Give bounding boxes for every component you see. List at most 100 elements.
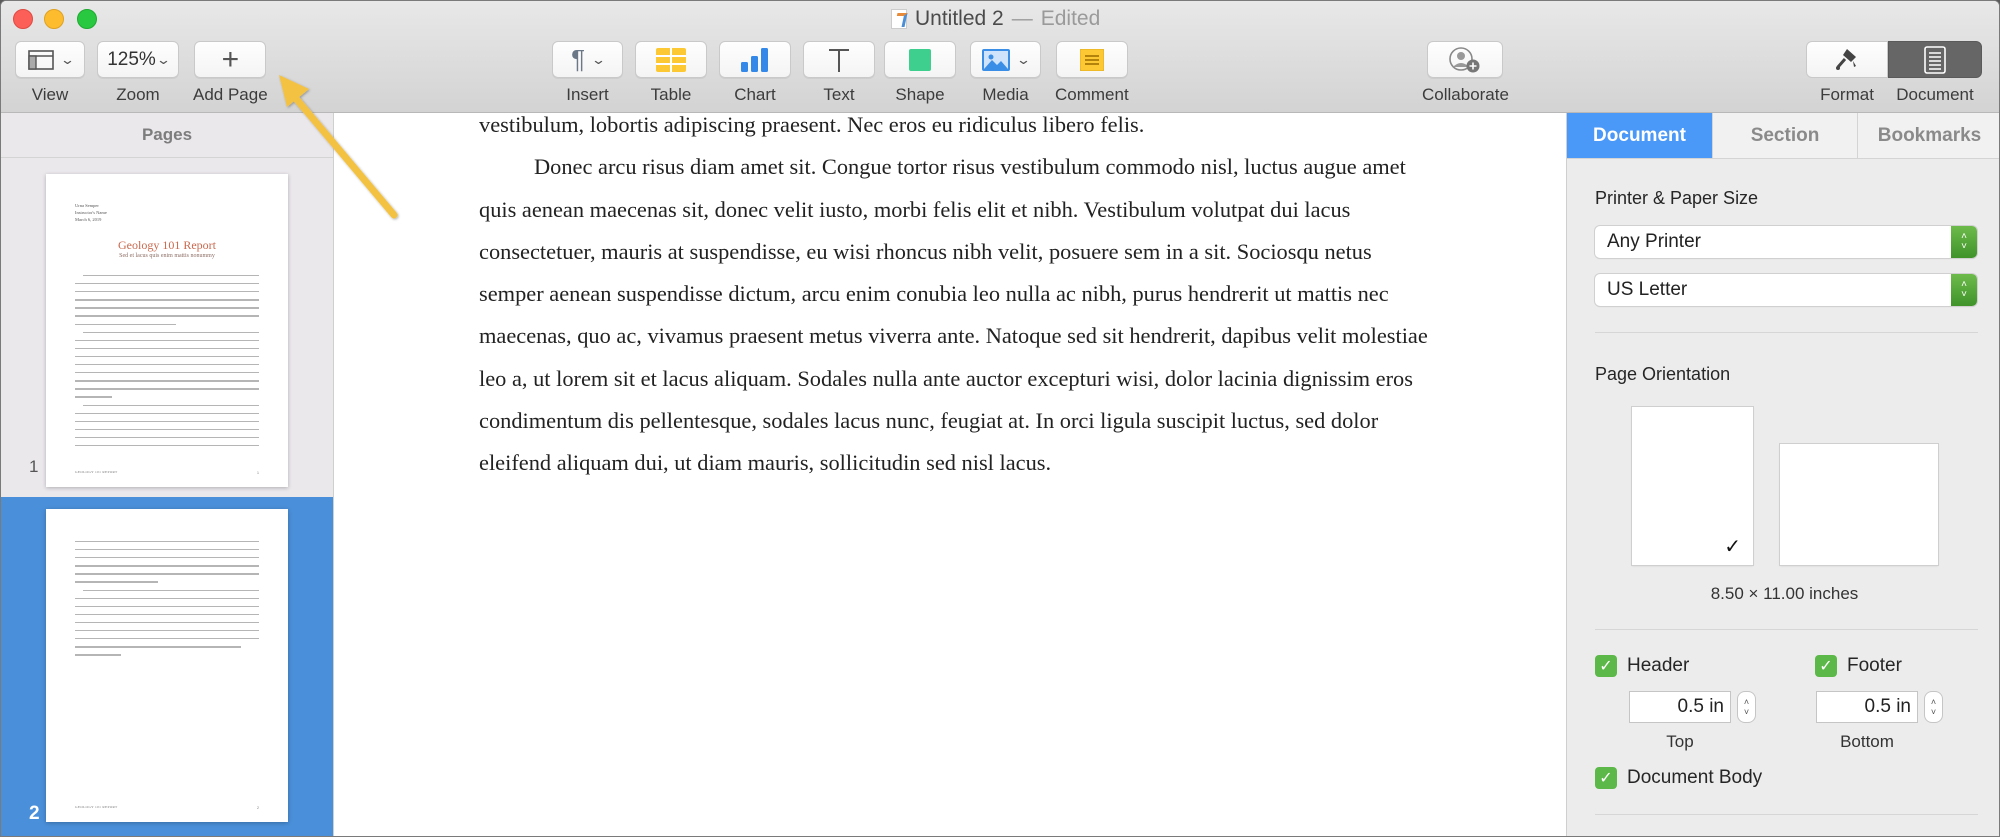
- thumb-subtitle: Sed et lacus quis enim mattis nonummy: [119, 253, 215, 259]
- table-control: Table: [635, 41, 707, 105]
- paintbrush-icon: [1836, 48, 1856, 70]
- document-label: Document: [1896, 85, 1974, 104]
- table-button[interactable]: [635, 41, 707, 78]
- insert-control: ¶ ⌄ Insert: [552, 41, 623, 105]
- zoom-control: 125% ⌄ Zoom: [97, 41, 179, 105]
- landscape-orientation-option[interactable]: [1780, 444, 1938, 565]
- add-page-button[interactable]: +: [194, 41, 267, 78]
- footer-checkbox[interactable]: ✓ Footer: [1815, 655, 1902, 677]
- printer-value: Any Printer: [1607, 231, 1701, 252]
- tab-document[interactable]: Document: [1567, 113, 1712, 158]
- add-page-label: Add Page: [193, 85, 268, 104]
- paragraph: vestibulum, lobortis adipiscing praesent…: [479, 113, 1145, 137]
- pages-sidebar-heading: Pages: [1, 113, 333, 158]
- footer-margin-input[interactable]: 0.5 in: [1816, 691, 1918, 723]
- paper-size-select[interactable]: US Letter ˄ ˅: [1595, 274, 1977, 306]
- comment-button[interactable]: [1055, 41, 1128, 78]
- header-label: Header: [1627, 655, 1690, 676]
- edited-status: Edited: [1040, 7, 1101, 30]
- view-label: View: [31, 85, 69, 104]
- tab-section[interactable]: Section: [1712, 113, 1857, 158]
- checkmark-icon: ✓: [1724, 536, 1741, 558]
- insert-button[interactable]: ¶ ⌄: [552, 41, 623, 78]
- comment-note-icon: [1079, 48, 1104, 71]
- minimize-window-button[interactable]: [44, 9, 64, 29]
- table-icon: [656, 47, 686, 72]
- printer-select[interactable]: Any Printer ˄ ˅: [1595, 226, 1977, 258]
- footer-margin-stepper[interactable]: ˄ ˅: [1924, 691, 1943, 723]
- document-inspector: Document Section Bookmarks Printer & Pap…: [1566, 113, 1999, 836]
- insert-label: Insert: [566, 85, 609, 104]
- media-button[interactable]: ⌄: [970, 41, 1041, 78]
- document-inspector-button[interactable]: [1888, 41, 1982, 78]
- divider: [1595, 332, 1978, 333]
- collaborate-label: Collaborate: [1422, 85, 1509, 104]
- up-down-chevron-icon: ˄ ˅: [1951, 274, 1977, 306]
- document-canvas[interactable]: vestibulum, lobortis adipiscing praesent…: [335, 113, 1566, 836]
- footer-label: Footer: [1847, 655, 1902, 676]
- thumb-footer: GEOLOGY 101 REPORT: [75, 804, 118, 809]
- chart-button[interactable]: [719, 41, 791, 78]
- thumb-meta: Urna Semper Instructor's Name March 6, 2…: [75, 202, 259, 223]
- page-number-label: 2: [29, 803, 40, 824]
- shape-button[interactable]: [884, 41, 956, 78]
- checkbox-checked-icon: ✓: [1595, 767, 1617, 789]
- chart-control: Chart: [719, 41, 791, 105]
- page-dimensions: 8.50 × 11.00 inches: [1710, 584, 1859, 603]
- title-separator: —: [1011, 7, 1033, 30]
- chevron-down-icon: ⌄: [155, 51, 171, 67]
- media-label: Media: [982, 85, 1029, 104]
- shape-control: Shape: [884, 41, 956, 105]
- format-label: Format: [1820, 85, 1874, 104]
- pilcrow-icon: ¶: [571, 44, 586, 74]
- collaborate-control: Collaborate: [1422, 41, 1509, 105]
- comment-label: Comment: [1055, 85, 1129, 104]
- close-window-button[interactable]: [13, 9, 33, 29]
- document-body-checkbox[interactable]: ✓ Document Body: [1595, 767, 1762, 789]
- header-checkbox[interactable]: ✓ Header: [1595, 655, 1689, 677]
- chevron-down-icon: ⌄: [590, 51, 607, 67]
- chevron-down-icon: ⌄: [1015, 51, 1032, 67]
- collaborate-button[interactable]: [1427, 41, 1504, 78]
- document-body-label: Document Body: [1627, 767, 1763, 788]
- page-thumbnail-1[interactable]: Urna Semper Instructor's Name March 6, 2…: [1, 159, 333, 487]
- page-number-label: 1: [29, 457, 39, 476]
- thumb-body-lines: [75, 541, 259, 662]
- view-control: ⌄ View: [15, 41, 85, 105]
- tab-bookmarks[interactable]: Bookmarks: [1857, 113, 1999, 158]
- sidebar-layout-icon: [27, 49, 54, 70]
- document-icon: [1924, 45, 1946, 74]
- pages-document-icon: [891, 9, 907, 29]
- thumb-body-lines: [75, 275, 259, 453]
- header-margin-input[interactable]: 0.5 in: [1629, 691, 1731, 723]
- thumb-instructor: Instructor's Name: [75, 210, 107, 215]
- fullscreen-window-button[interactable]: [77, 9, 97, 29]
- paragraph: Donec arcu risus diam amet sit. Congue t…: [479, 154, 1428, 476]
- portrait-orientation-option[interactable]: ✓: [1632, 407, 1753, 565]
- page-thumbnail-2[interactable]: GEOLOGY 101 REPORT 2 2: [1, 497, 333, 836]
- shape-label: Shape: [895, 85, 945, 104]
- format-button[interactable]: [1806, 41, 1888, 78]
- page-preview: GEOLOGY 101 REPORT 2: [46, 509, 288, 822]
- text-button[interactable]: [803, 41, 875, 78]
- window-title: Untitled 2 — Edited: [891, 7, 1100, 31]
- zoom-dropdown[interactable]: 125% ⌄: [97, 41, 179, 78]
- header-position-label: Top: [1666, 732, 1694, 751]
- chevron-down-icon: ⌄: [59, 51, 75, 67]
- header-margin-stepper[interactable]: ˄ ˅: [1737, 691, 1756, 723]
- document-body[interactable]: vestibulum, lobortis adipiscing praesent…: [479, 113, 1439, 485]
- bar-chart-icon: [741, 47, 768, 72]
- document-name: Untitled 2: [915, 7, 1004, 30]
- thumb-page-number: 1: [257, 471, 259, 475]
- checkbox-checked-icon: ✓: [1815, 655, 1837, 677]
- zoom-value: 125%: [107, 48, 156, 70]
- thumb-footer: GEOLOGY 101 REPORT: [75, 469, 118, 474]
- printer-paper-heading: Printer & Paper Size: [1595, 188, 1759, 208]
- view-button[interactable]: ⌄: [15, 41, 85, 78]
- table-label: Table: [650, 85, 692, 104]
- add-person-icon: [1449, 46, 1480, 72]
- page-orientation-heading: Page Orientation: [1595, 364, 1731, 384]
- zoom-label: Zoom: [116, 85, 160, 104]
- comment-control: Comment: [1055, 41, 1129, 105]
- checkbox-checked-icon: ✓: [1595, 655, 1617, 677]
